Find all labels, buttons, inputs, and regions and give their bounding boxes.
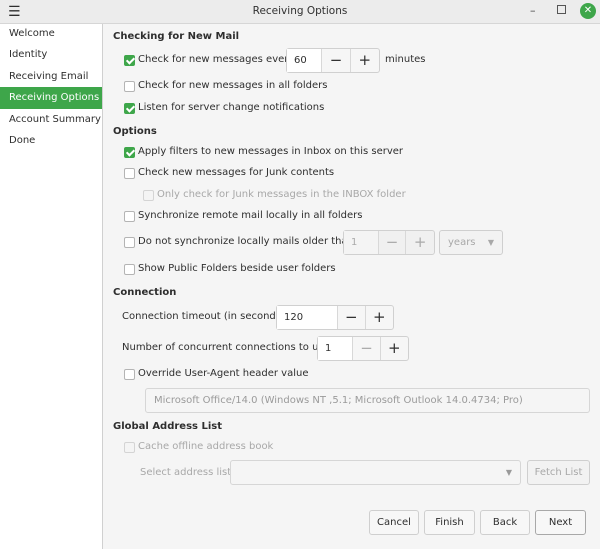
junk-inbox-label: Only check for Junk messages in the INBO… (157, 189, 406, 200)
chevron-down-icon: ▼ (505, 468, 512, 477)
user-agent-input[interactable]: Microsoft Office/14.0 (Windows NT ,5.1; … (145, 388, 590, 413)
concurrent-input[interactable]: 1 (318, 337, 354, 360)
back-button[interactable]: Back (480, 510, 530, 535)
sidebar-item-receiving-email[interactable]: Receiving Email (0, 66, 102, 88)
period-unit-value: years (448, 237, 476, 248)
period-unit-dropdown[interactable]: years ▼ (439, 230, 503, 255)
nosync-spinner[interactable]: 1 − + (343, 230, 435, 255)
sidebar: Welcome Identity Receiving Email Receivi… (0, 24, 103, 549)
sidebar-item-receiving-options[interactable]: Receiving Options (0, 87, 102, 109)
next-button[interactable]: Next (535, 510, 586, 535)
select-address-list-label: Select address list: (140, 467, 235, 478)
minimize-icon[interactable]: – (530, 4, 536, 17)
listen-label: Listen for server change notifications (138, 102, 325, 113)
section-gal-heading: Global Address List (113, 421, 223, 432)
nosync-label: Do not synchronize locally mails older t… (138, 236, 354, 247)
timeout-input[interactable]: 120 (277, 306, 339, 329)
public-folders-label: Show Public Folders beside user folders (138, 263, 336, 274)
nosync-input[interactable]: 1 (344, 231, 379, 254)
check-interval-spinner[interactable]: 60 − + (286, 48, 380, 73)
decrement-button[interactable]: − (379, 231, 407, 254)
timeout-label: Connection timeout (in seconds) (122, 311, 285, 322)
cache-checkbox[interactable] (124, 442, 135, 453)
nosync-checkbox[interactable] (124, 237, 135, 248)
window-title: Receiving Options (252, 5, 348, 17)
all-folders-checkbox[interactable] (124, 81, 135, 92)
timeout-spinner[interactable]: 120 − + (276, 305, 394, 330)
override-ua-checkbox[interactable] (124, 369, 135, 380)
decrement-button[interactable]: − (338, 306, 366, 329)
section-connection-heading: Connection (113, 287, 177, 298)
filters-checkbox[interactable] (124, 147, 135, 158)
junk-label: Check new messages for Junk contents (138, 167, 335, 178)
junk-checkbox[interactable] (124, 168, 135, 179)
check-every-label: Check for new messages every (138, 54, 295, 65)
all-folders-label: Check for new messages in all folders (138, 80, 328, 91)
increment-button[interactable]: + (366, 306, 393, 329)
maximize-icon[interactable] (557, 5, 566, 14)
decrement-button[interactable]: − (353, 337, 381, 360)
concurrent-label: Number of concurrent connections to use (122, 342, 330, 353)
section-checking-heading: Checking for New Mail (113, 31, 240, 42)
sidebar-item-account-summary[interactable]: Account Summary (0, 109, 102, 131)
increment-button[interactable]: + (406, 231, 434, 254)
section-options-heading: Options (113, 126, 157, 137)
increment-button[interactable]: + (381, 337, 408, 360)
sidebar-item-done[interactable]: Done (0, 130, 102, 152)
sync-label: Synchronize remote mail locally in all f… (138, 210, 363, 221)
sidebar-item-identity[interactable]: Identity (0, 44, 102, 66)
cache-label: Cache offline address book (138, 441, 274, 452)
override-ua-label: Override User-Agent header value (138, 368, 309, 379)
chevron-down-icon: ▼ (487, 238, 494, 247)
increment-button[interactable]: + (351, 49, 379, 72)
junk-inbox-checkbox[interactable] (143, 190, 154, 201)
check-every-checkbox[interactable] (124, 55, 135, 66)
check-interval-input[interactable]: 60 (287, 49, 323, 72)
minutes-label: minutes (385, 54, 426, 65)
fetch-list-button[interactable]: Fetch List (527, 460, 590, 485)
close-icon[interactable]: ✕ (580, 3, 596, 19)
sidebar-item-welcome[interactable]: Welcome (0, 23, 102, 45)
cancel-button[interactable]: Cancel (369, 510, 419, 535)
public-folders-checkbox[interactable] (124, 264, 135, 275)
listen-checkbox[interactable] (124, 103, 135, 114)
decrement-button[interactable]: − (322, 49, 351, 72)
concurrent-spinner[interactable]: 1 − + (317, 336, 409, 361)
finish-button[interactable]: Finish (424, 510, 475, 535)
sync-checkbox[interactable] (124, 211, 135, 222)
address-list-dropdown[interactable]: ▼ (230, 460, 521, 485)
filters-label: Apply filters to new messages in Inbox o… (138, 146, 404, 157)
